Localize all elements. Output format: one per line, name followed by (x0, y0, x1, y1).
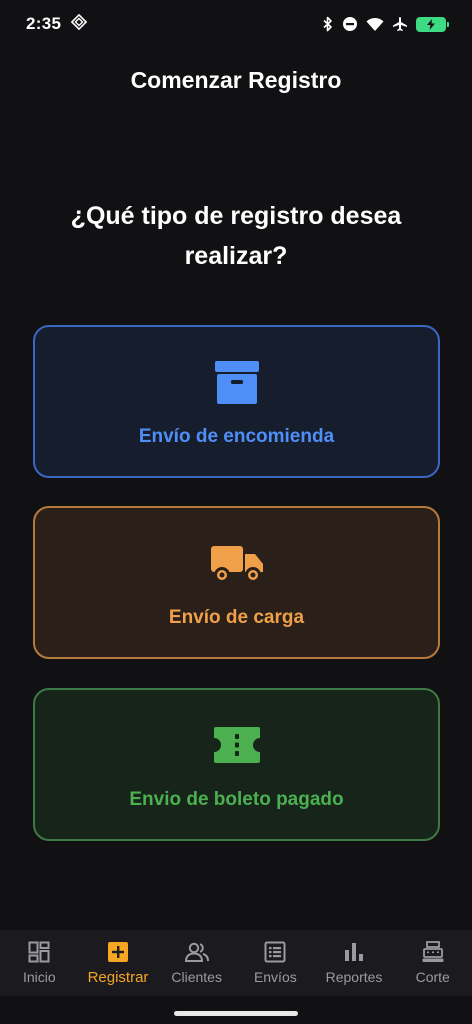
bluetooth-icon (322, 16, 334, 32)
nav-label: Inicio (22, 969, 56, 985)
question-heading: ¿Qué tipo de registro desea realizar? (70, 202, 402, 270)
nav-item-envios[interactable]: Envíos (236, 930, 315, 996)
nav-item-corte[interactable]: Corte (393, 930, 472, 996)
page-title: Comenzar Registro (130, 66, 342, 93)
list-icon (264, 941, 286, 963)
status-time: 2:35 (26, 14, 62, 33)
option-label: Envío de carga (168, 606, 305, 628)
cash-register-icon (421, 941, 445, 963)
nfc-icon (71, 13, 88, 35)
bottom-navigation: Inicio Registrar Clientes Envíos Reporte… (0, 930, 472, 996)
airplane-icon (392, 16, 408, 32)
people-icon (184, 941, 210, 963)
add-box-icon (107, 941, 129, 963)
status-right (322, 16, 449, 32)
nav-label: Reportes (325, 969, 383, 985)
nav-item-clientes[interactable]: Clientes (157, 930, 236, 996)
option-label: Envio de boleto pagado (129, 788, 344, 810)
nav-label: Corte (415, 969, 450, 985)
nav-item-inicio[interactable]: Inicio (0, 930, 79, 996)
do-not-disturb-icon (342, 16, 358, 32)
wifi-icon (366, 17, 384, 32)
nav-label: Envíos (253, 969, 297, 985)
truck-icon (210, 537, 264, 589)
gesture-area (0, 996, 472, 1024)
nav-label: Clientes (171, 969, 222, 985)
dashboard-icon (28, 941, 50, 963)
app-bar: Comenzar Registro (0, 56, 472, 104)
option-envio-boleto-pagado[interactable]: Envio de boleto pagado (33, 688, 440, 841)
option-label: Envío de encomienda (138, 425, 335, 447)
nav-item-registrar[interactable]: Registrar (79, 930, 158, 996)
nav-item-reportes[interactable]: Reportes (315, 930, 394, 996)
screen: 2:35 Comenzar Registro ¿Qué tipo de regi… (0, 0, 472, 1024)
status-bar: 2:35 (0, 0, 472, 48)
status-left: 2:35 (26, 13, 88, 35)
nav-label: Registrar (87, 968, 149, 986)
battery-charging-icon (416, 16, 449, 32)
option-envio-carga[interactable]: Envío de carga (33, 506, 440, 659)
bar-chart-icon (343, 941, 365, 963)
archive-box-icon (214, 356, 260, 408)
gesture-handle[interactable] (174, 1011, 298, 1016)
ticket-icon (213, 719, 261, 771)
option-envio-encomienda[interactable]: Envío de encomienda (33, 325, 440, 478)
